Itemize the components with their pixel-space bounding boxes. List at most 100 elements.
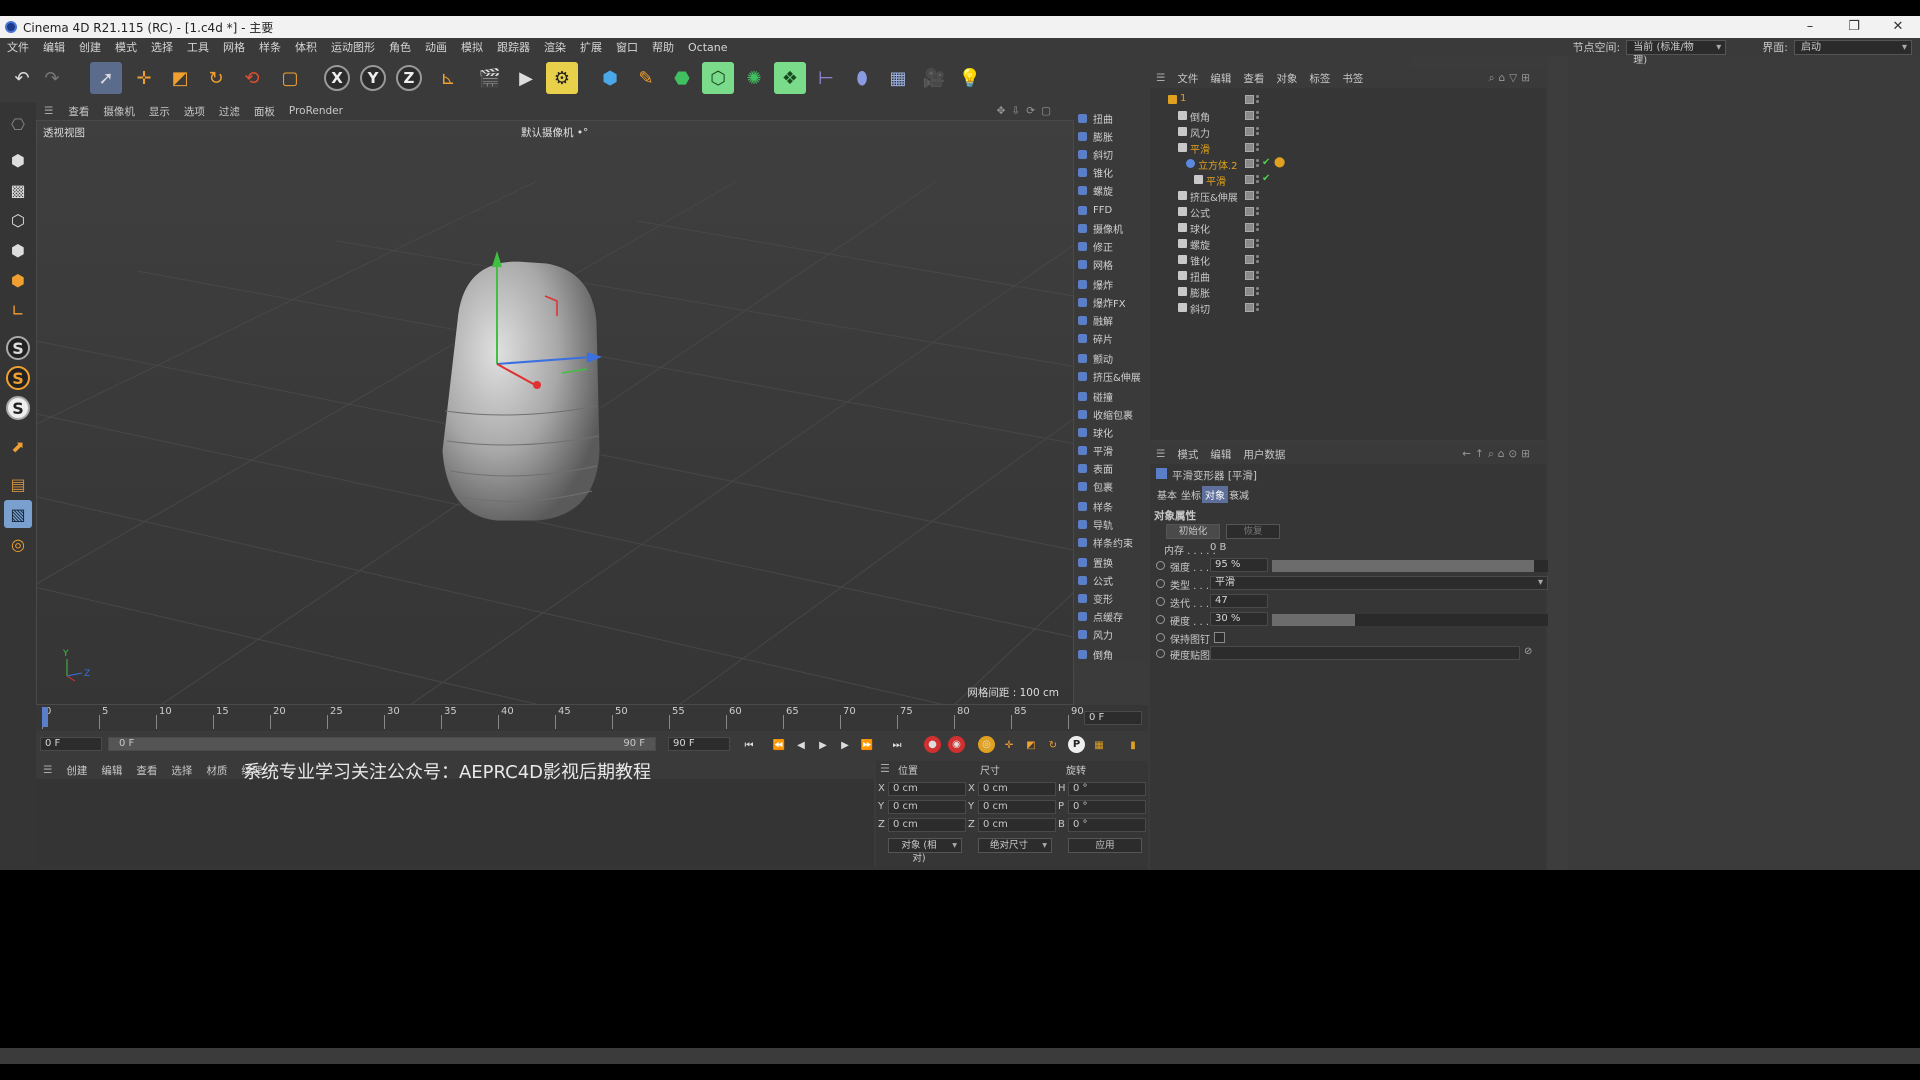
subdivision-generator-icon[interactable]: ⬣ (666, 62, 698, 94)
viewport-menu-cameras[interactable]: 摄像机 (96, 104, 142, 119)
x-axis-lock-icon[interactable]: X (324, 65, 350, 91)
mat-menu-select[interactable]: 选择 (164, 763, 199, 778)
type-dropdown[interactable]: 平滑 (1210, 576, 1548, 590)
undo-icon[interactable]: ↶ (6, 62, 38, 94)
menu-extensions[interactable]: 扩展 (573, 39, 609, 55)
key-parameter-icon[interactable]: P (1068, 736, 1085, 753)
tree-row[interactable]: 平滑 (1150, 140, 1546, 156)
menu-animate[interactable]: 动画 (418, 39, 454, 55)
editor-render-dots[interactable] (1256, 239, 1259, 242)
viewport-menu-display[interactable]: 显示 (142, 104, 177, 119)
palette-twist[interactable]: 扭曲 (1078, 110, 1113, 127)
menu-spline[interactable]: 样条 (252, 39, 288, 55)
strength-input[interactable]: 95 % (1210, 558, 1268, 572)
tag-icon[interactable]: ⬤ (1274, 157, 1285, 168)
key-pla-icon[interactable]: ▦ (1090, 736, 1108, 754)
menu-tracker[interactable]: 跟踪器 (490, 39, 537, 55)
menu-octane[interactable]: Octane (681, 41, 735, 54)
preview-range-bar[interactable]: 0 F 90 F (108, 737, 656, 751)
animate-radio[interactable] (1156, 579, 1165, 588)
visibility-checkbox[interactable] (1245, 191, 1254, 200)
recent-tools-icon[interactable]: ⟲ (236, 62, 268, 94)
mat-menu-view[interactable]: 查看 (129, 763, 164, 778)
go-to-end-icon[interactable]: ⏭ (888, 736, 906, 754)
perspective-viewport[interactable]: Y Z 透视视图 默认摄像机 •° 网格间距 : 100 cm (36, 120, 1074, 705)
camera-object-icon[interactable]: 🎥 (918, 62, 950, 94)
sky-object-icon[interactable]: ⬮ (846, 62, 878, 94)
tree-row[interactable]: 公式 (1150, 204, 1546, 220)
mograph-effector-icon[interactable]: ❖ (774, 62, 806, 94)
node-space-dropdown[interactable]: 当前 (标准/物理) (1626, 39, 1727, 66)
palette-displacer[interactable]: 置换 (1078, 554, 1113, 571)
animate-radio[interactable] (1156, 633, 1165, 642)
tree-row[interactable]: 倒角 (1150, 108, 1546, 124)
smoothed-cube-object[interactable] (441, 260, 601, 522)
live-selection-icon[interactable]: ▢ (274, 62, 306, 94)
enabled-check-icon[interactable]: ✔ (1262, 157, 1270, 168)
edges-mode-icon[interactable]: ⬢ (4, 236, 32, 264)
next-frame-icon[interactable]: ▶ (836, 736, 854, 754)
mat-menu-create[interactable]: 创建 (59, 763, 94, 778)
animate-radio[interactable] (1156, 649, 1165, 658)
previous-key-icon[interactable]: ⏪ (770, 736, 788, 754)
palette-smoothing[interactable]: 平滑 (1078, 442, 1113, 459)
layout-dropdown[interactable]: 启动 (1794, 39, 1912, 55)
visibility-checkbox[interactable] (1245, 207, 1254, 216)
render-picture-viewer-icon[interactable]: ▶ (510, 62, 542, 94)
tree-row[interactable]: 膨胀 (1150, 284, 1546, 300)
visibility-checkbox[interactable] (1245, 127, 1254, 136)
texture-mode-icon[interactable]: ▩ (4, 176, 32, 204)
animate-radio[interactable] (1156, 615, 1165, 624)
key-position-icon[interactable]: ✛ (1000, 736, 1018, 754)
editor-render-dots[interactable] (1256, 159, 1259, 162)
visibility-checkbox[interactable] (1245, 239, 1254, 248)
move-tool-icon[interactable]: ✛ (128, 62, 160, 94)
palette-shrink-wrap[interactable]: 收缩包裹 (1078, 406, 1133, 423)
palette-squash-stretch[interactable]: 挤压&伸展 (1078, 368, 1141, 385)
visibility-checkbox[interactable] (1245, 159, 1254, 168)
floor-object-icon[interactable]: ▦ (882, 62, 914, 94)
next-key-icon[interactable]: ⏩ (858, 736, 876, 754)
record-keys-icon[interactable]: ● (924, 736, 941, 753)
start-frame-field[interactable]: 0 F (40, 737, 102, 751)
menu-volume[interactable]: 体积 (288, 39, 324, 55)
palette-spline-rail[interactable]: 导轨 (1078, 516, 1113, 533)
palette-explosion-fx[interactable]: 爆炸FX (1078, 294, 1126, 311)
viewport-navigation-icons[interactable]: ✥⇩⟳▢ (990, 105, 1064, 117)
palette-spline[interactable]: 样条 (1078, 498, 1113, 515)
play-icon[interactable]: ▶ (814, 736, 832, 754)
size-x-input[interactable]: 0 cm (978, 782, 1056, 796)
animate-radio[interactable] (1156, 597, 1165, 606)
minimize-button[interactable]: – (1788, 16, 1832, 38)
menu-character[interactable]: 角色 (382, 39, 418, 55)
initialize-button[interactable]: 初始化 (1166, 524, 1220, 539)
end-frame-field[interactable]: 90 F (668, 737, 730, 751)
menu-mode[interactable]: 模式 (108, 39, 144, 55)
palette-wind[interactable]: 风力 (1078, 626, 1113, 643)
visibility-checkbox[interactable] (1245, 111, 1254, 120)
editor-render-dots[interactable] (1256, 143, 1259, 146)
rotation-b-input[interactable]: 0 ° (1068, 818, 1146, 832)
editor-render-dots[interactable] (1256, 271, 1259, 274)
tree-row[interactable]: 1 (1150, 92, 1546, 108)
palette-formula[interactable]: 公式 (1078, 572, 1113, 589)
am-hamburger-icon[interactable]: ☰ (1150, 448, 1171, 460)
menu-mograph[interactable]: 运动图形 (324, 39, 382, 55)
rotate-tool-icon[interactable]: ↻ (200, 62, 232, 94)
size-mode-dropdown[interactable]: 绝对尺寸 (978, 838, 1052, 853)
visibility-checkbox[interactable] (1245, 143, 1254, 152)
tree-row[interactable]: 风力 (1150, 124, 1546, 140)
visibility-checkbox[interactable] (1245, 255, 1254, 264)
position-x-input[interactable]: 0 cm (888, 782, 966, 796)
render-settings-icon[interactable]: ⚙ (546, 62, 578, 94)
palette-camera[interactable]: 摄像机 (1078, 220, 1123, 237)
palette-explosion[interactable]: 爆炸 (1078, 276, 1113, 293)
editor-render-dots[interactable] (1256, 287, 1259, 290)
position-y-input[interactable]: 0 cm (888, 800, 966, 814)
coord-hamburger-icon[interactable]: ☰ (880, 762, 890, 775)
tree-row[interactable]: 锥化 (1150, 252, 1546, 268)
menu-create[interactable]: 创建 (72, 39, 108, 55)
visibility-checkbox[interactable] (1245, 303, 1254, 312)
palette-correction[interactable]: 修正 (1078, 238, 1113, 255)
am-navigation-icons[interactable]: ←↑⌕⌂⊙⊞ (1456, 448, 1540, 461)
